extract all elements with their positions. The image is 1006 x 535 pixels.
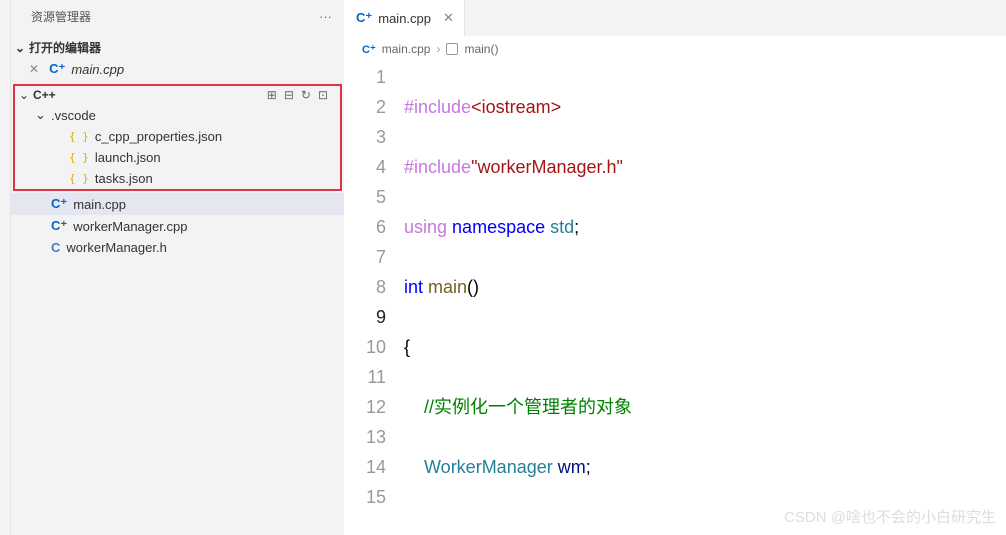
close-icon[interactable]: ✕ xyxy=(443,10,454,26)
breadcrumb[interactable]: C⁺ main.cpp › main() xyxy=(344,36,1006,62)
chevron-down-icon: ⌄ xyxy=(15,41,25,55)
tab-label: main.cpp xyxy=(378,11,431,26)
sidebar-title: 资源管理器 xyxy=(31,8,91,25)
code-line: { xyxy=(404,332,1006,362)
refresh-icon[interactable]: ↻ xyxy=(301,88,311,102)
code-line xyxy=(404,512,1006,535)
open-editors-label: 打开的编辑器 xyxy=(29,39,101,56)
file-label: main.cpp xyxy=(73,197,126,212)
more-icon[interactable]: ··· xyxy=(319,9,332,24)
file-tasks-json[interactable]: { } tasks.json xyxy=(15,168,340,189)
c-icon: C xyxy=(51,240,60,255)
code-line: #include"workerManager.h" xyxy=(404,152,1006,182)
chevron-down-icon: ⌄ xyxy=(35,107,45,123)
vscode-folder-highlight: ⌄ C++ ⊞ ⊟ ↻ ⊡ ⌄ .vscode { } c_cpp_proper… xyxy=(13,84,342,191)
sidebar-header: 资源管理器 ··· xyxy=(11,0,344,33)
file-launch-json[interactable]: { } launch.json xyxy=(15,147,340,168)
code-editor[interactable]: 12345678 9101112131415 #include<iostream… xyxy=(344,62,1006,535)
json-icon: { } xyxy=(69,130,89,143)
folder-label: .vscode xyxy=(51,108,96,123)
code-line: int main() xyxy=(404,272,1006,302)
file-label: workerManager.cpp xyxy=(73,219,187,234)
close-icon[interactable]: ✕ xyxy=(29,62,39,76)
file-main-cpp[interactable]: C⁺ main.cpp xyxy=(11,193,344,215)
editor-area: C⁺ main.cpp ✕ C⁺ main.cpp › main() 12345… xyxy=(344,0,1006,535)
cpp-icon: C⁺ xyxy=(362,43,376,56)
file-label: launch.json xyxy=(95,150,161,165)
open-editor-filename: main.cpp xyxy=(71,62,124,77)
code-line: WorkerManager wm; xyxy=(404,452,1006,482)
file-label: c_cpp_properties.json xyxy=(95,129,222,144)
file-label: tasks.json xyxy=(95,171,153,186)
open-editor-item[interactable]: ✕ C⁺ main.cpp xyxy=(11,58,344,80)
code-content[interactable]: #include<iostream> #include"workerManage… xyxy=(404,62,1006,535)
open-editors-section: ⌄ 打开的编辑器 ✕ C⁺ main.cpp xyxy=(11,33,344,84)
project-header[interactable]: ⌄ C++ ⊞ ⊟ ↻ ⊡ xyxy=(15,86,340,104)
breadcrumb-fn: main() xyxy=(464,42,498,56)
function-icon xyxy=(446,43,458,55)
file-workermanager-cpp[interactable]: C⁺ workerManager.cpp xyxy=(11,215,344,237)
code-line: using namespace std; xyxy=(404,212,1006,242)
project-name: C++ xyxy=(33,88,56,102)
new-folder-icon[interactable]: ⊟ xyxy=(284,88,294,102)
cpp-icon: C⁺ xyxy=(49,61,65,77)
cpp-icon: C⁺ xyxy=(51,196,67,212)
chevron-right-icon: › xyxy=(436,42,440,56)
json-icon: { } xyxy=(69,172,89,185)
line-numbers: 12345678 9101112131415 xyxy=(344,62,404,535)
open-editors-header[interactable]: ⌄ 打开的编辑器 xyxy=(11,37,344,58)
explorer-toolbar: ⊞ ⊟ ↻ ⊡ xyxy=(267,88,328,102)
tab-bar: C⁺ main.cpp ✕ xyxy=(344,0,1006,36)
file-workermanager-h[interactable]: C workerManager.h xyxy=(11,237,344,258)
code-line: //实例化一个管理者的对象 xyxy=(404,392,1006,422)
file-c-cpp-properties[interactable]: { } c_cpp_properties.json xyxy=(15,126,340,147)
json-icon: { } xyxy=(69,151,89,164)
breadcrumb-file: main.cpp xyxy=(382,42,431,56)
explorer-sidebar: 资源管理器 ··· ⌄ 打开的编辑器 ✕ C⁺ main.cpp ⌄ C++ ⊞… xyxy=(11,0,344,535)
code-line: #include<iostream> xyxy=(404,92,1006,122)
vscode-folder[interactable]: ⌄ .vscode xyxy=(15,104,340,126)
cpp-icon: C⁺ xyxy=(356,10,372,26)
cpp-icon: C⁺ xyxy=(51,218,67,234)
file-label: workerManager.h xyxy=(66,240,166,255)
new-file-icon[interactable]: ⊞ xyxy=(267,88,277,102)
collapse-icon[interactable]: ⊡ xyxy=(318,88,328,102)
chevron-down-icon: ⌄ xyxy=(19,88,29,102)
activity-bar xyxy=(0,0,11,535)
tab-main-cpp[interactable]: C⁺ main.cpp ✕ xyxy=(344,0,465,36)
